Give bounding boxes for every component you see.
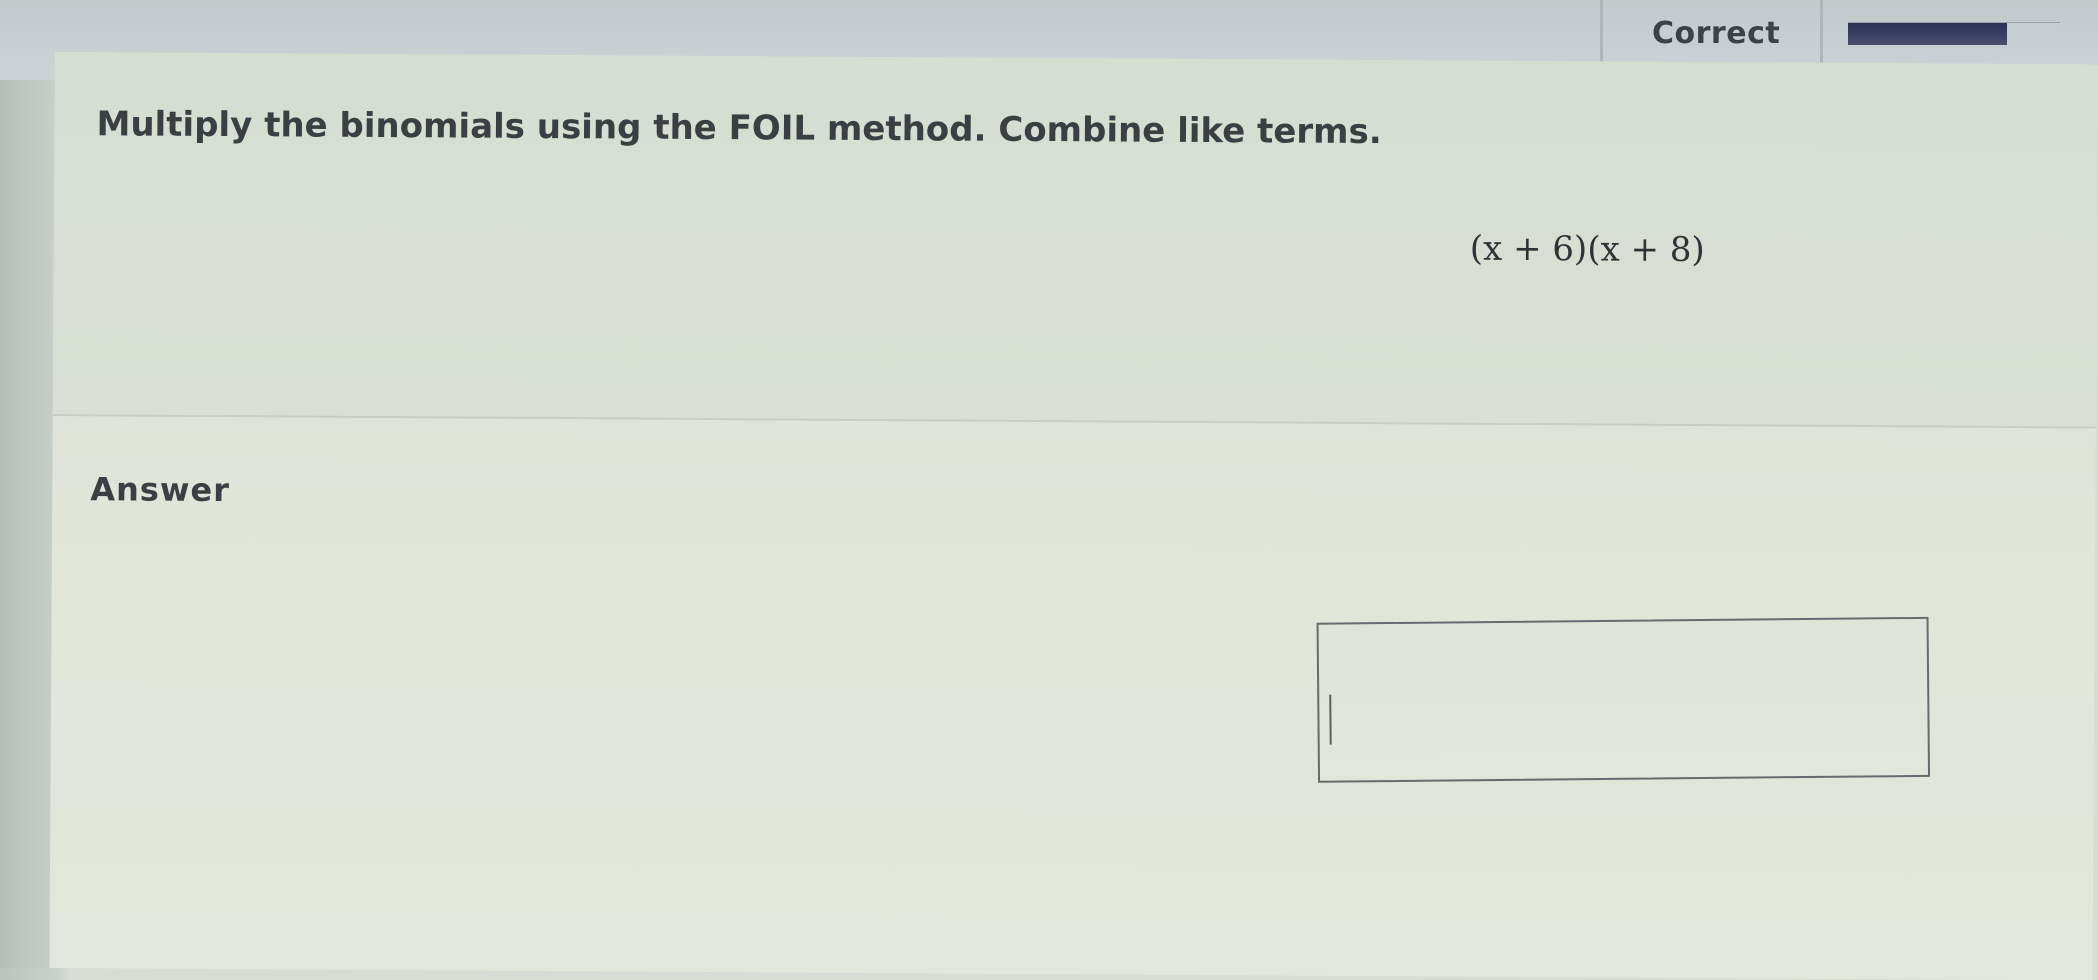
progress-bar-fill <box>1848 23 2007 45</box>
status-correct-label: Correct <box>1652 16 1781 51</box>
question-instruction: Multiply the binomials using the FOIL me… <box>96 104 1382 153</box>
text-caret <box>1329 694 1332 745</box>
answer-input[interactable] <box>1316 616 1931 783</box>
progress-bar <box>1848 22 2060 45</box>
question-card: Multiply the binomials using the FOIL me… <box>49 52 2098 980</box>
question-area: Multiply the binomials using the FOIL me… <box>52 52 2098 427</box>
answer-label: Answer <box>90 470 231 510</box>
math-expression: (x + 6)(x + 8) <box>1469 228 1705 271</box>
